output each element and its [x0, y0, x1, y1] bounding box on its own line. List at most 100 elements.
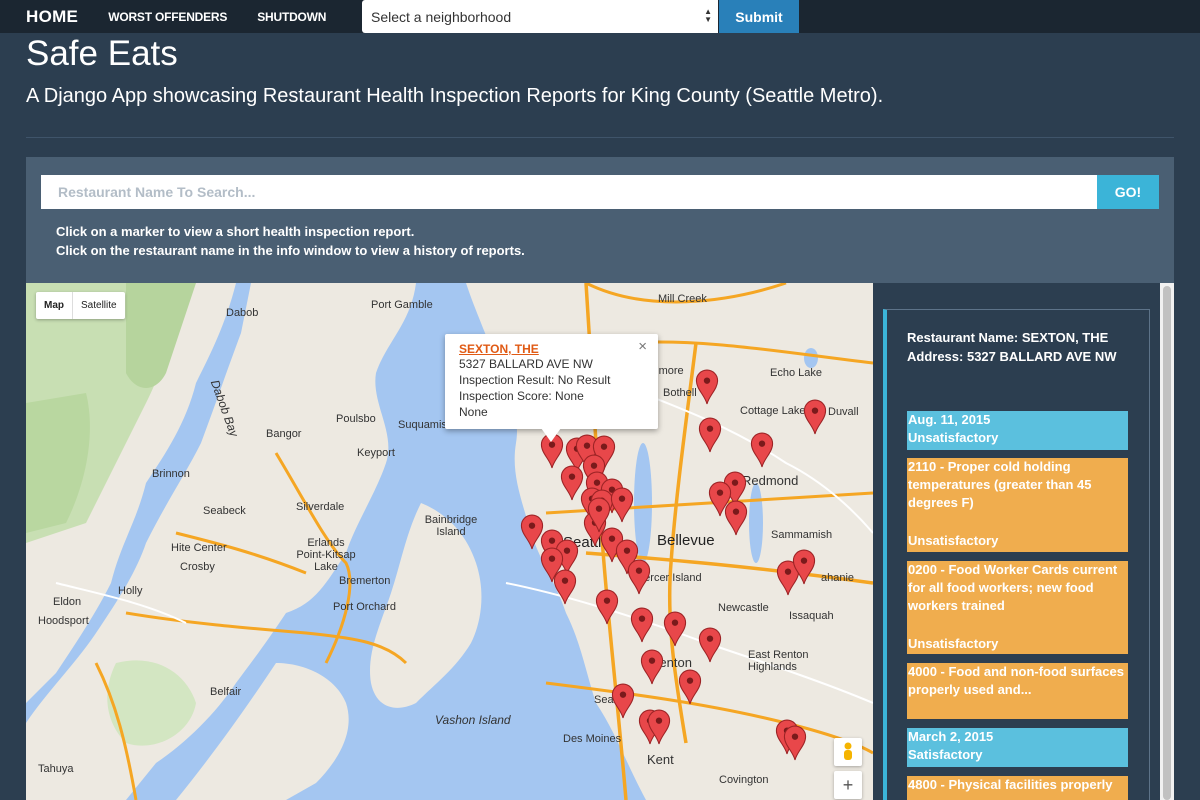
restaurant-address-line: Address: 5327 BALLARD AVE NW — [907, 349, 1117, 364]
place-silverdale: Silverdale — [296, 501, 345, 513]
place-issaquah: Issaquah — [789, 610, 834, 622]
violation-card: 4800 - Physical facilities properly — [907, 776, 1128, 800]
card-title: 4800 - Physical facilities properly — [908, 777, 1113, 792]
map-type-satellite-button[interactable]: Satellite — [73, 292, 125, 319]
info-window: SEXTON, THE 5327 BALLARD AVE NW Inspecti… — [445, 334, 658, 429]
inspection-date-card: Aug. 11, 2015 Unsatisfactory — [907, 411, 1128, 450]
place-bangor: Bangor — [266, 428, 302, 440]
card-title: 2110 - Proper cold holding temperatures … — [908, 459, 1092, 510]
place-seabeck: Seabeck — [203, 505, 246, 517]
map-marker-icon[interactable] — [629, 607, 655, 643]
place-brinnon: Brinnon — [152, 468, 190, 480]
map-marker-icon[interactable] — [802, 399, 828, 435]
place-vashon-island: Vashon Island — [435, 713, 511, 727]
place-bellevue: Bellevue — [657, 532, 715, 549]
page-subtitle: A Django App showcasing Restaurant Healt… — [26, 85, 884, 107]
map-marker-icon[interactable] — [662, 611, 688, 647]
place-hoodsport: Hoodsport — [38, 615, 89, 627]
card-status: Unsatisfactory — [908, 533, 999, 548]
map-type-map-button[interactable]: Map — [36, 292, 73, 319]
select-arrows-icon: ▲ ▼ — [704, 7, 712, 24]
place-tahuya: Tahuya — [38, 763, 74, 775]
page-title: Safe Eats — [26, 34, 178, 73]
place-keyport: Keyport — [357, 447, 395, 459]
restaurant-name-line: Restaurant Name: SEXTON, THE — [907, 330, 1109, 345]
card-title: Aug. 11, 2015 — [908, 412, 991, 427]
place-kent: Kent — [647, 752, 674, 767]
map-marker-icon[interactable] — [610, 683, 636, 719]
report-sidebar: Restaurant Name: SEXTON, THE Address: 53… — [883, 309, 1150, 800]
map-marker-icon[interactable] — [552, 569, 578, 605]
place-des-moines: Des Moines — [563, 733, 622, 745]
card-title: 4000 - Food and non-food surfaces proper… — [908, 664, 1124, 697]
sidebar-scrollbar[interactable] — [1160, 283, 1174, 800]
place-port-orchard: Port Orchard — [333, 601, 396, 613]
inspection-date-card: March 2, 2015 Satisfactory — [907, 728, 1128, 767]
info-extra: None — [459, 405, 488, 419]
map-marker-icon[interactable] — [677, 669, 703, 705]
go-button[interactable]: GO! — [1097, 175, 1159, 209]
place-dabob: Dabob — [226, 307, 259, 319]
place-hahanie: ahanie — [821, 572, 855, 584]
nav-worst-offenders-link[interactable]: WORST OFFENDERS — [108, 10, 227, 24]
place-bothell: Bothell — [663, 387, 697, 399]
violation-card: 2110 - Proper cold holding temperatures … — [907, 458, 1128, 552]
card-status: Satisfactory — [908, 747, 983, 762]
info-address: 5327 BALLARD AVE NW — [459, 357, 593, 371]
place-duvall: Duvall — [828, 406, 859, 418]
place-belfair: Belfair — [210, 686, 242, 698]
map-marker-icon[interactable] — [626, 559, 652, 595]
place-mill-creek: Mill Creek — [658, 293, 707, 305]
place-east-renton: East Renton Highlands — [748, 649, 809, 673]
map-type-toggle: Map Satellite — [36, 292, 125, 319]
map-marker-icon[interactable] — [723, 500, 749, 536]
zoom-in-button[interactable]: + — [834, 771, 862, 799]
card-title: March 2, 2015 — [908, 729, 994, 744]
violation-card: 0200 - Food Worker Cards current for all… — [907, 561, 1128, 654]
map-marker-icon[interactable] — [646, 709, 672, 745]
place-hite-center: Hite Center — [171, 542, 227, 554]
map-marker-icon[interactable] — [594, 589, 620, 625]
info-result: Inspection Result: No Result — [459, 373, 611, 387]
info-restaurant-name-link[interactable]: SEXTON, THE — [459, 342, 644, 356]
map-marker-icon[interactable] — [639, 649, 665, 685]
divider — [26, 137, 1174, 138]
instruction-name: Click on the restaurant name in the info… — [56, 243, 525, 258]
restaurant-details: Restaurant Name: SEXTON, THE Address: 53… — [907, 328, 1137, 366]
place-echo-lake: Echo Lake — [770, 367, 822, 379]
place-port-gamble: Port Gamble — [371, 299, 433, 311]
instruction-marker: Click on a marker to view a short health… — [56, 224, 415, 239]
place-eldon: Eldon — [53, 596, 82, 608]
violation-card: 4000 - Food and non-food surfaces proper… — [907, 663, 1128, 719]
scrollbar-thumb[interactable] — [1163, 286, 1171, 800]
map-marker-icon[interactable] — [697, 417, 723, 453]
place-poulsbo: Poulsbo — [336, 413, 376, 425]
info-window-tail — [541, 428, 561, 442]
card-status: Unsatisfactory — [908, 430, 999, 445]
street-view-pegman-icon[interactable] — [834, 738, 862, 766]
neighborhood-select-value: Select a neighborhood — [371, 8, 512, 25]
map-marker-icon[interactable] — [782, 725, 808, 761]
info-close-icon[interactable]: × — [638, 338, 647, 355]
place-sammamish: Sammamish — [771, 529, 833, 541]
map-marker-icon[interactable] — [697, 627, 723, 663]
place-redmond: Redmond — [742, 473, 799, 488]
neighborhood-select[interactable]: Select a neighborhood ▲ ▼ — [362, 0, 718, 33]
info-score: Inspection Score: None — [459, 389, 584, 403]
restaurant-search-input[interactable]: Restaurant Name To Search... — [41, 175, 1097, 209]
place-erlands-point: Erlands Point-Kitsap Lake — [296, 537, 356, 573]
neighborhood-submit-button[interactable]: Submit — [719, 0, 799, 33]
map-marker-icon[interactable] — [791, 549, 817, 585]
map-marker-icon[interactable] — [609, 487, 635, 523]
card-status: Unsatisfactory — [908, 636, 999, 651]
search-panel: Restaurant Name To Search... GO! Click o… — [26, 157, 1174, 283]
place-holly: Holly — [118, 585, 143, 597]
nav-shutdown-link[interactable]: SHUTDOWN — [257, 10, 326, 24]
nav-home-link[interactable]: HOME — [26, 7, 78, 27]
place-bainbridge-island: Bainbridge Island — [424, 514, 478, 538]
map-marker-icon[interactable] — [749, 432, 775, 468]
place-covington: Covington — [719, 774, 769, 786]
place-crosby: Crosby — [180, 561, 215, 573]
map-marker-icon[interactable] — [694, 369, 720, 405]
place-cottage-lake: Cottage Lake — [740, 405, 806, 417]
